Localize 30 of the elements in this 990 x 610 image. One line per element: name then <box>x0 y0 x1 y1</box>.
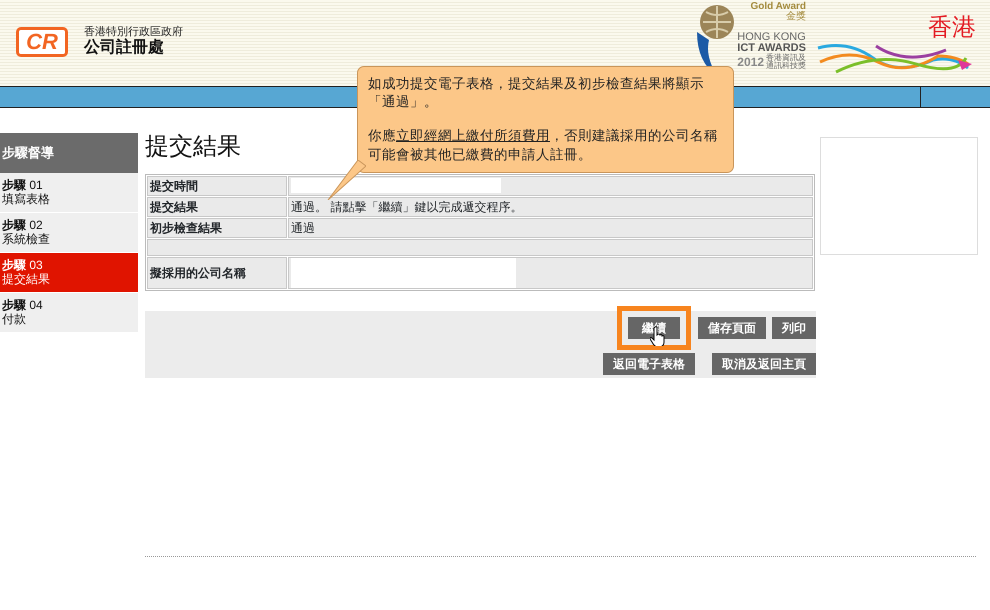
payment-link[interactable]: 立即經網上繳付所須費用 <box>396 128 550 144</box>
brand-title: 香港 <box>928 16 976 40</box>
sidebar-heading: 步驟督導 <box>0 133 138 173</box>
action-button[interactable]: 列印 <box>772 316 816 339</box>
tooltip-text: 如成功提交電子表格，提交結果及初步檢查結果將顯示「通過」。 <box>368 75 705 112</box>
sidebar-item[interactable]: 步驟 03 提交結果 <box>0 253 138 293</box>
row-label: 初步檢查結果 <box>147 218 287 238</box>
sidebar-item[interactable]: 步驟 02 系統檢查 <box>0 213 138 253</box>
value-cell: 通過 <box>288 218 813 238</box>
award-label: 金獎 <box>786 12 806 22</box>
sidebar-item[interactable]: 步驟 04 付款 <box>0 293 138 333</box>
sidebar-item[interactable]: 步驟 01 填寫表格 <box>0 173 138 213</box>
row-label: 擬採用的公司名稱 <box>147 256 287 289</box>
company-registry-logo: CR <box>16 26 68 57</box>
action-button[interactable]: 取消及返回主頁 <box>712 352 816 375</box>
government-name: 香港特別行政區政府 <box>84 26 183 38</box>
award-year: 2012 <box>737 56 764 68</box>
award-label: Gold Award <box>750 2 806 12</box>
action-button[interactable]: 儲存頁面 <box>698 316 766 339</box>
page-title: 提交結果 <box>145 133 241 162</box>
award-name: 香港資訊及 <box>766 54 806 62</box>
value-cell: 通過。 請點擊「繼續」鍵以完成遞交程序。 <box>288 196 813 217</box>
registry-name: 公司註冊處 <box>84 38 165 58</box>
award-name: ICT AWARDS <box>737 43 806 54</box>
row-label: 提交時間 <box>147 176 287 196</box>
action-button[interactable]: 返回電子表格 <box>603 352 695 375</box>
award-name: HONG KONG <box>737 32 806 43</box>
row-label: 提交結果 <box>147 196 287 217</box>
award-name: 通訊科技獎 <box>766 62 806 70</box>
tooltip-text: 你應立即經網上繳付所須費用，否則建議採用的公司名稱可能會被其他已繳費的申請人註冊。 <box>368 127 719 164</box>
